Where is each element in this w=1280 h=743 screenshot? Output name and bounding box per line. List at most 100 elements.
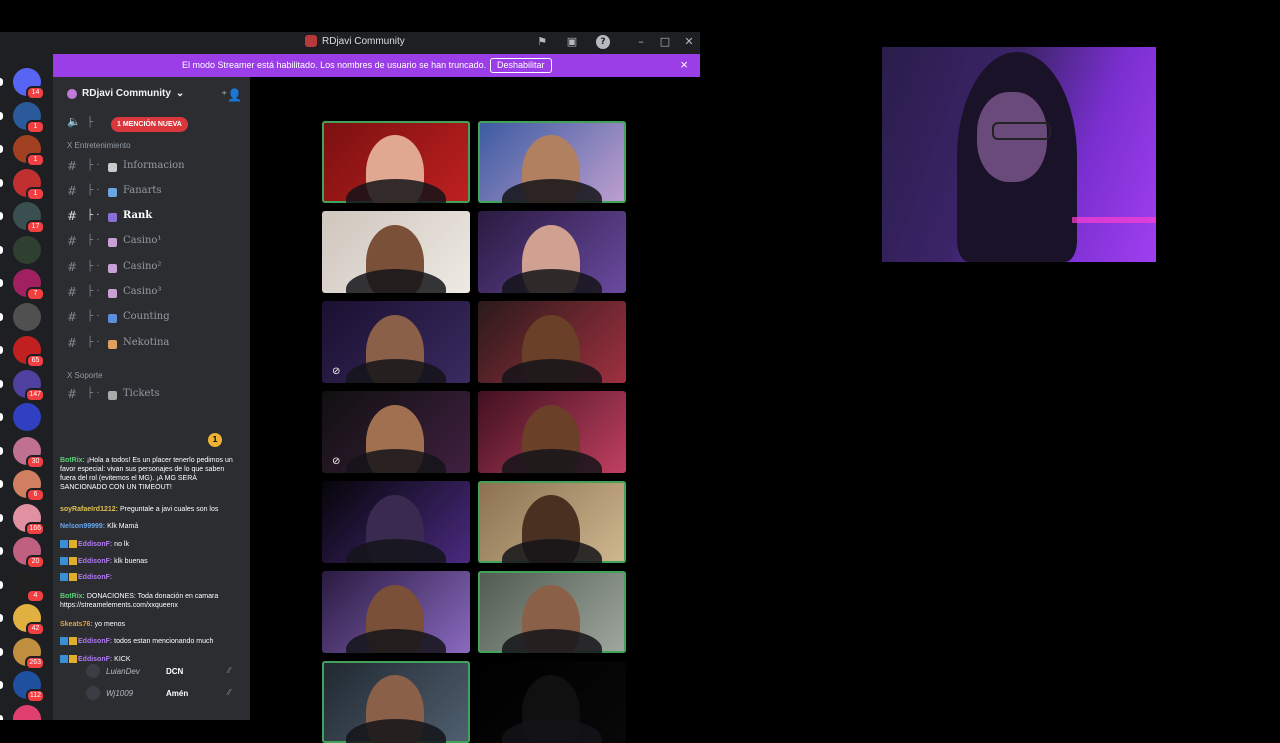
channel-casino-2[interactable]: # ├ · Casino² xyxy=(53,258,250,278)
unread-pill xyxy=(0,111,3,120)
video-tile[interactable] xyxy=(322,481,470,563)
channel-label: Informacion xyxy=(123,160,185,171)
video-tile[interactable] xyxy=(478,661,626,743)
channel-label: Casino³ xyxy=(123,286,162,297)
unread-badge: 30 xyxy=(26,454,45,469)
server-icon-15[interactable]: 20 xyxy=(13,537,45,569)
channel-label: Fanarts xyxy=(123,185,162,196)
chat-text: no lk xyxy=(114,541,129,548)
server-icon-4[interactable]: 1 xyxy=(13,168,45,201)
channel-fanarts[interactable]: # ├ · Fanarts xyxy=(53,182,250,202)
channel-label: Rank xyxy=(123,210,153,221)
maximize-icon[interactable]: □ xyxy=(658,35,672,49)
channel-informacion[interactable]: # ├ · Informacion xyxy=(53,157,250,177)
server-icon-18[interactable]: 263 xyxy=(13,637,45,670)
channel-emoji-icon xyxy=(108,238,117,247)
platform-icon xyxy=(60,573,68,582)
crown-icon xyxy=(69,557,77,566)
voice-user[interactable]: Wj1009 Amén ⁄⁄ xyxy=(86,686,236,704)
new-mention-badge[interactable]: 1 MENCIÓN NUEVA xyxy=(111,117,188,132)
category-entretenimiento[interactable]: X Entretenimiento xyxy=(67,141,131,150)
channel-emoji-icon xyxy=(108,314,117,323)
server-icon-17[interactable]: 42 xyxy=(13,604,45,636)
server-icon-14[interactable]: 166 xyxy=(13,503,45,536)
server-icon-2[interactable]: 1 xyxy=(13,101,45,134)
hash-icon: # xyxy=(67,336,78,350)
server-icon-16[interactable]: 4 xyxy=(13,570,45,603)
server-icon-3[interactable]: 1 xyxy=(13,135,45,167)
minimize-icon[interactable]: – xyxy=(634,35,648,49)
video-tile[interactable] xyxy=(478,301,626,383)
channel-emoji-icon xyxy=(108,163,117,172)
screen-icon[interactable]: ▣ xyxy=(565,35,579,49)
server-list: 14 1 1 1 17 7 65 147 30 6 166 20 4 42 263 112198 xyxy=(0,54,53,720)
chat-message: BotRix: DONACIONES: Toda donación en cam… xyxy=(60,592,235,610)
title-bar: RDjavi Community ⚑ ▣ ? – □ ✕ xyxy=(0,32,700,54)
video-tile[interactable]: ⊘ xyxy=(322,391,470,473)
server-icon-12[interactable]: 30 xyxy=(13,436,45,469)
unread-pill xyxy=(0,714,3,720)
video-tile[interactable]: ⊘ xyxy=(322,301,470,383)
chat-text: Klk Mamá xyxy=(107,523,139,530)
channel-rank[interactable]: # ├ · Rank xyxy=(53,207,250,227)
participant-body xyxy=(502,359,602,383)
channel-nekotina[interactable]: # ├ · Nekotina xyxy=(53,334,250,354)
avatar xyxy=(86,686,100,700)
video-tile[interactable] xyxy=(478,391,626,473)
server-header[interactable]: RDjavi Community ⌄ xyxy=(67,88,184,99)
flag-icon[interactable]: ⚑ xyxy=(535,35,549,49)
video-tile[interactable] xyxy=(322,571,470,653)
video-tile[interactable] xyxy=(322,121,470,203)
banner-close-icon[interactable]: × xyxy=(680,57,688,72)
muted-mic-icon: ⊘ xyxy=(332,456,341,467)
server-icon-13[interactable]: 6 xyxy=(13,470,45,502)
channel-counting[interactable]: # ├ · Counting xyxy=(53,308,250,328)
server-icon-20[interactable]: 198 xyxy=(13,704,41,720)
category-soporte[interactable]: X Soporte xyxy=(67,371,103,380)
participant-body xyxy=(502,179,602,203)
chat-message: soyRafaeIrd1212: Preguntale a javi cuale… xyxy=(60,505,235,514)
unread-badge: 1 xyxy=(26,119,45,134)
hash-icon: # xyxy=(67,184,78,198)
server-icon-1[interactable]: 14 xyxy=(13,68,45,100)
chat-username: soyRafaeIrd1212: xyxy=(60,506,118,513)
server-icon-7[interactable]: 7 xyxy=(13,269,45,301)
video-tile[interactable] xyxy=(322,211,470,293)
hash-icon: # xyxy=(67,159,78,173)
invite-people-icon[interactable]: ⁺👤 xyxy=(221,88,242,102)
unread-pill xyxy=(0,614,3,622)
video-tile[interactable] xyxy=(322,661,470,743)
chat-message: BotRix: ¡Hola a todos! Es un placer tene… xyxy=(60,456,235,492)
server-icon-11[interactable] xyxy=(13,403,41,431)
voice-username: Wj1009 xyxy=(106,689,134,698)
server-icon-6[interactable] xyxy=(13,235,41,264)
close-icon[interactable]: ✕ xyxy=(682,35,696,49)
chat-username: EddisonF: xyxy=(78,541,113,548)
tree-connector-icon: ├ · xyxy=(87,185,100,196)
chat-text: yo menos xyxy=(94,621,126,628)
server-icon-10[interactable]: 147 xyxy=(13,369,45,402)
window-title-text: RDjavi Community xyxy=(322,35,405,47)
channel-tickets[interactable]: # ├ · Tickets xyxy=(53,385,250,405)
video-tile[interactable] xyxy=(478,481,626,563)
muted-mic-icon: ⁄⁄ xyxy=(228,688,231,697)
voice-user[interactable]: LuianDev DCN ⁄⁄ xyxy=(86,664,236,682)
channel-casino-3[interactable]: # ├ · Casino³ xyxy=(53,283,250,303)
video-tile[interactable] xyxy=(478,121,626,203)
participant-body xyxy=(502,539,602,563)
video-tile[interactable] xyxy=(478,571,626,653)
tree-connector-icon: ├ · xyxy=(87,311,100,322)
participant-body xyxy=(346,719,446,743)
crown-icon xyxy=(69,637,77,646)
help-icon[interactable]: ? xyxy=(596,35,610,49)
server-icon-5[interactable]: 17 xyxy=(13,202,45,234)
unread-badge: 166 xyxy=(25,521,45,536)
server-icon-9[interactable]: 65 xyxy=(13,336,45,368)
server-icon-19[interactable]: 112 xyxy=(13,671,45,703)
server-icon-8[interactable] xyxy=(13,302,41,331)
channel-emoji-icon xyxy=(108,340,117,349)
channel-casino-1[interactable]: # ├ · Casino¹ xyxy=(53,232,250,252)
unread-badge: 1 xyxy=(26,153,45,167)
disable-streamer-button[interactable]: Deshabilitar xyxy=(490,58,552,73)
video-tile[interactable] xyxy=(478,211,626,293)
